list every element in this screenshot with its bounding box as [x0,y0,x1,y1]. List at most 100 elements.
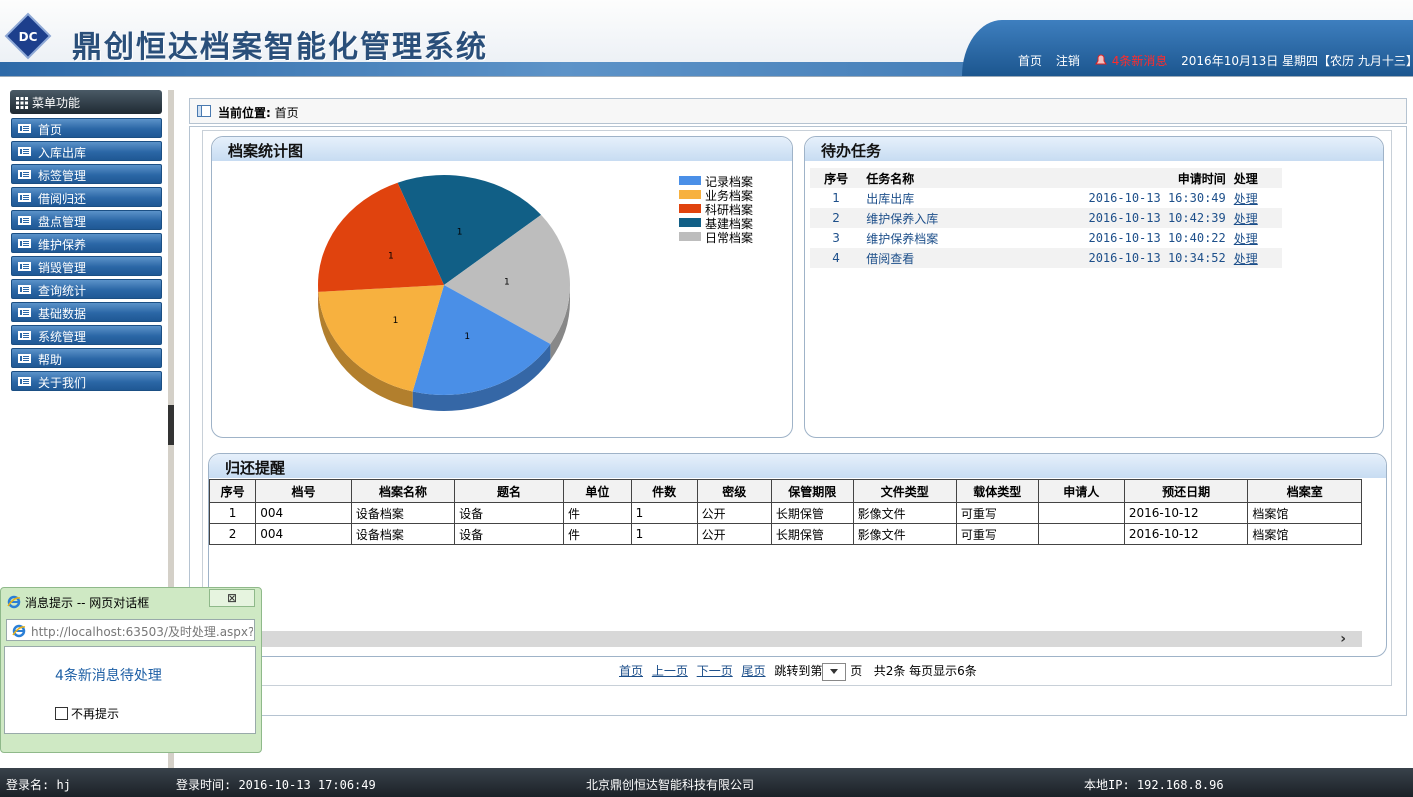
sidebar-item[interactable]: 入库出库 [11,141,162,161]
pager: 首页 上一页 下一页 尾页 跳转到第 页 共2条 每页显示6条 [619,662,977,681]
process-link[interactable]: 处理 [1234,252,1258,266]
dont-show-label: 不再提示 [71,707,120,721]
sidebar-item-label: 查询统计 [38,284,87,298]
app-header: DC 鼎创恒达档案智能化管理系统 首页 注销 4条新消息 2016年10月13日… [0,0,1413,77]
return-table: 序号 档号 档案名称 题名 单位 件数 密级 保管期限 文件类型 载体类型 申请人 预还日期 档案室 1… [209,479,1362,545]
sidebar-item-label: 关于我们 [38,376,87,390]
list-icon [18,239,31,248]
table-cell: 2016-10-12 [1123,502,1249,524]
task-action-cell: 处理 [1230,188,1282,208]
pie-slice-label: 1 [464,332,470,342]
legend-swatch [679,218,701,227]
breadcrumb-label: 当前位置: [218,106,271,120]
pie-slice-label: 1 [457,228,463,238]
home-link[interactable]: 首页 [1018,54,1042,68]
sidebar-item-label: 基础数据 [38,307,87,321]
dialog-message[interactable]: 4条新消息待处理 [55,665,162,685]
table-cell: 档案馆 [1247,523,1362,545]
task-name: 维护保养档案 [866,231,939,246]
first-page-link[interactable]: 首页 [619,664,643,678]
table-cell: 公开 [696,523,772,545]
process-link[interactable]: 处理 [1234,232,1258,246]
last-page-link[interactable]: 尾页 [742,664,766,678]
jump-prefix: 跳转到第 [774,664,823,678]
task-time: 2016-10-13 10:42:39 [992,208,1230,228]
list-icon [18,147,31,156]
prev-page-link[interactable]: 上一页 [652,664,688,678]
sidebar-item-label: 首页 [38,123,63,137]
dont-show-checkbox[interactable] [55,707,68,720]
return-column-header: 档案名称 [350,479,456,503]
archive-pie-chart: 1 1 1 1 1 [318,175,570,411]
collapse-sidebar-button[interactable] [168,405,174,445]
list-icon [18,354,31,363]
legend-swatch [679,204,701,213]
menu-heading-label: 菜单功能 [32,96,81,110]
sidebar-item[interactable]: 首页 [11,118,162,138]
menu-heading: 菜单功能 [10,90,162,114]
dialog-url-bar: http://localhost:63503/及时处理.aspx?t [6,619,255,641]
status-footer: 登录名: hj 登录时间: 2016-10-13 17:06:49 北京鼎创恒达… [0,768,1413,797]
return-column-header: 档号 [255,479,352,503]
sidebar-item[interactable]: 盘点管理 [11,210,162,230]
sidebar-item[interactable]: 维护保养 [11,233,162,253]
return-column-header: 密级 [696,479,772,503]
sidebar-item[interactable]: 帮助 [11,348,162,368]
legend-entry: 日常档案 [679,230,759,245]
table-cell: 004 [255,502,352,524]
return-column-header: 题名 [454,479,565,503]
sidebar-item-label: 销毁管理 [38,261,87,275]
return-column-header: 件数 [630,479,698,503]
dialog-url: http://localhost:63503/及时处理.aspx?t [31,625,253,639]
sidebar-item-label: 维护保养 [38,238,87,252]
sidebar-item-label: 系统管理 [38,330,87,344]
list-icon [18,262,31,271]
sidebar-item[interactable]: 借阅归还 [11,187,162,207]
task-index: 3 [832,231,840,245]
header-nav: 首页 注销 4条新消息 2016年10月13日 星期四【农历 九月十三】 [962,20,1413,76]
scroll-right-icon[interactable]: › [1340,631,1346,647]
list-icon [18,377,31,386]
table-cell: 档案馆 [1247,502,1362,524]
return-column-header: 预还日期 [1123,479,1249,503]
page-select[interactable] [822,662,847,681]
ie-icon [7,595,21,609]
return-column-header: 序号 [209,479,257,503]
task-index: 2 [810,208,863,228]
close-icon[interactable]: ⊠ [209,589,255,607]
table-cell: 可重写 [955,502,1039,524]
sidebar-item[interactable]: 标签管理 [11,164,162,184]
sidebar-item[interactable]: 系统管理 [11,325,162,345]
list-icon [18,308,31,317]
sidebar-item[interactable]: 销毁管理 [11,256,162,276]
process-link[interactable]: 处理 [1234,192,1258,206]
task-time: 2016-10-13 10:34:52 [992,248,1230,268]
legend-entry: 基建档案 [679,216,759,231]
task-row: 2 维护保养入库 2016-10-13 10:42:39 处理 [810,208,1282,228]
sidebar-item[interactable]: 基础数据 [11,302,162,322]
task-name: 维护保养入库 [862,208,993,228]
logo-icon: DC [4,12,52,60]
new-messages-link[interactable]: 4条新消息 [1112,54,1168,68]
app-title: 鼎创恒达档案智能化管理系统 [72,30,488,65]
list-icon [18,216,31,225]
process-link[interactable]: 处理 [1234,212,1258,226]
sidebar-item[interactable]: 查询统计 [11,279,162,299]
task-index: 4 [810,248,863,268]
sidebar-item[interactable]: 关于我们 [11,371,162,391]
pie-slice-label: 1 [388,252,394,262]
next-page-link[interactable]: 下一页 [697,664,733,678]
current-date: 2016年10月13日 星期四【农历 九月十三】 [1181,54,1413,68]
task-panel-title: 待办任务 [821,142,882,160]
login-time: 登录时间: 2016-10-13 17:06:49 [176,778,376,792]
return-panel-title: 归还提醒 [225,459,286,477]
logout-link[interactable]: 注销 [1056,54,1080,68]
return-table-wrap: 序号 档号 档案名称 题名 单位 件数 密级 保管期限 文件类型 载体类型 申请人 预还日期 档案室 1… [209,479,1362,549]
horizontal-scrollbar[interactable]: › [209,631,1362,647]
table-cell: 设备档案 [350,523,456,545]
pie-slice-label: 1 [504,278,510,288]
return-column-header: 单位 [563,479,632,503]
task-row: 3 维护保养档案 2016-10-13 10:40:22 处理 [810,228,1282,248]
dont-show-again[interactable]: 不再提示 [55,705,119,722]
table-cell: 公开 [696,502,772,524]
